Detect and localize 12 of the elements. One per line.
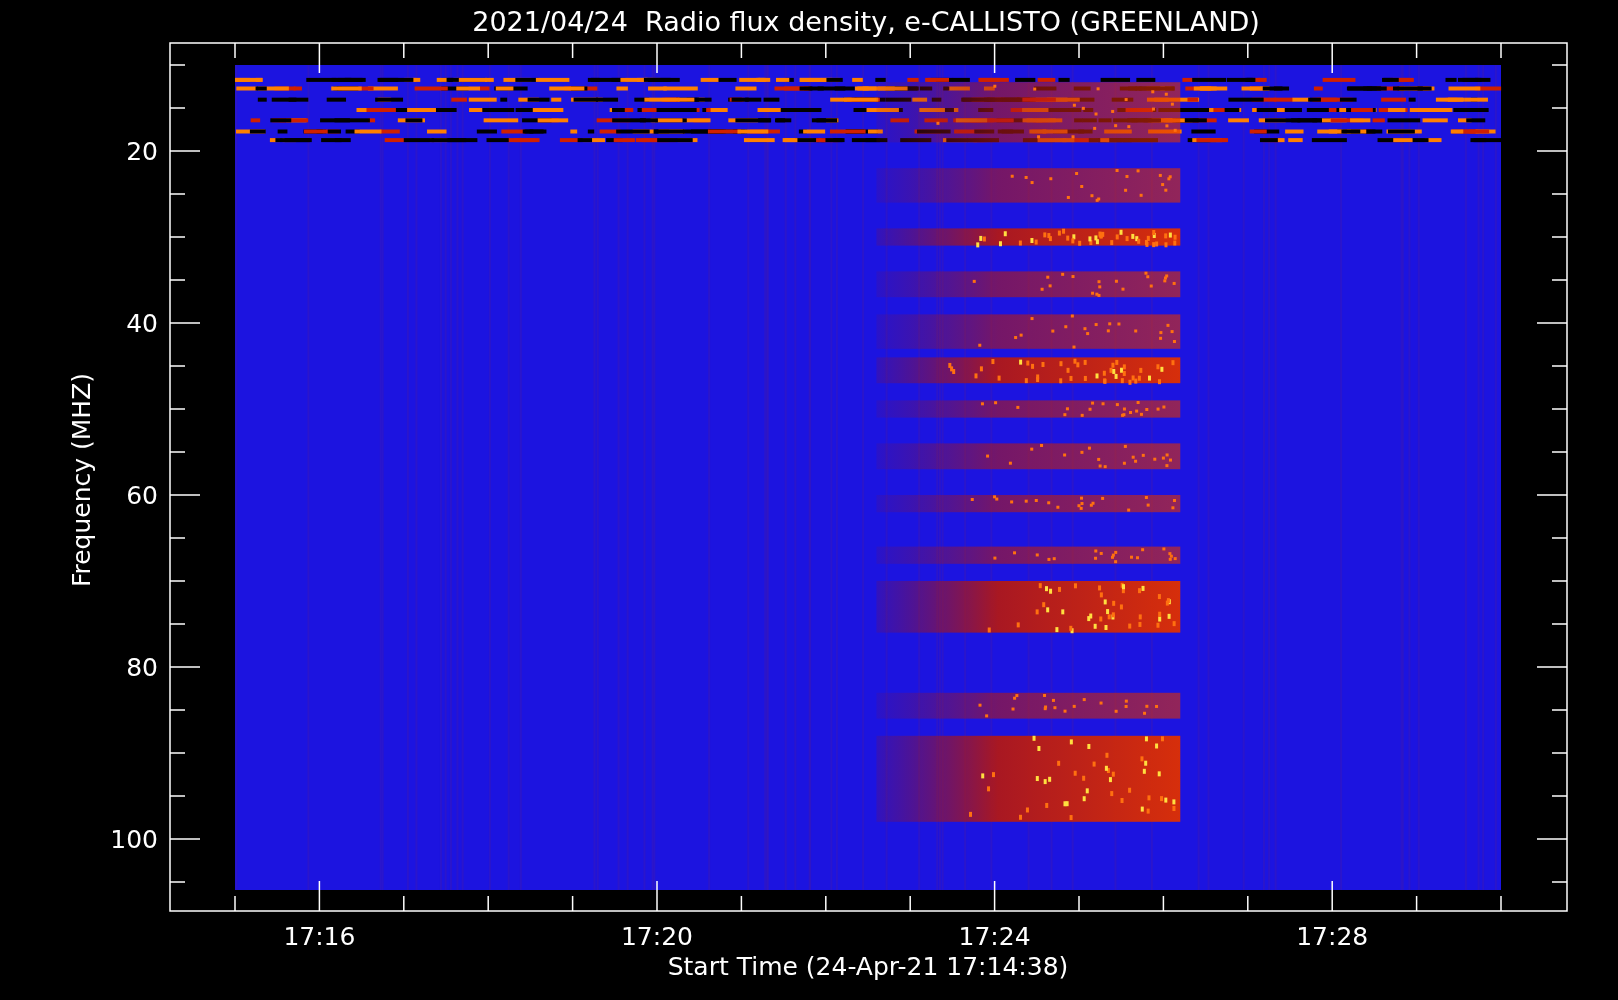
tick-label: 17:24 — [958, 922, 1031, 951]
tick-label: 17:20 — [621, 922, 693, 951]
tick-label: 80 — [126, 653, 158, 682]
tick-label: 40 — [126, 309, 158, 338]
tick-label: 17:28 — [1296, 922, 1369, 951]
plot-title: 2021/04/24 Radio flux density, e-CALLISTO (GREENLAND) — [472, 6, 1260, 37]
tick-label: 17:16 — [283, 922, 356, 951]
tick-label: 60 — [126, 481, 158, 510]
axis-label: Frequency (MHZ) — [67, 372, 96, 588]
tick-label: 100 — [110, 825, 158, 854]
tick-label: 20 — [126, 137, 158, 166]
axis-label: Start Time (24-Apr-21 17:14:38) — [667, 952, 1069, 981]
